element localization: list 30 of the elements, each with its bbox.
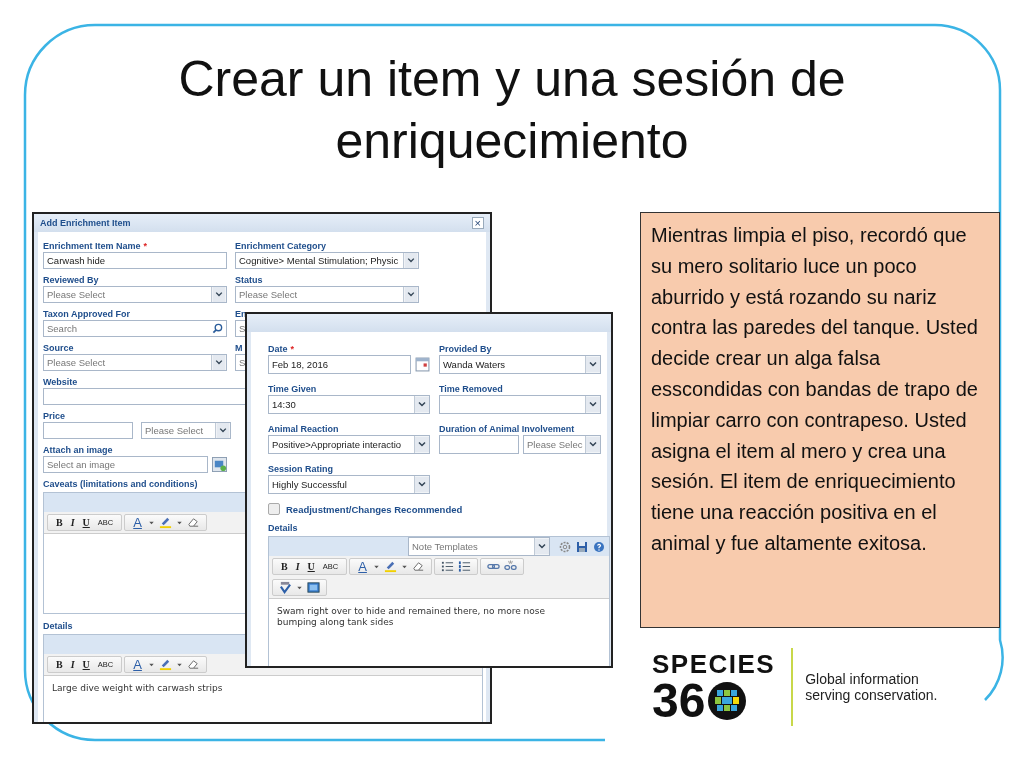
field-label: Source (43, 342, 74, 354)
slide-title: Crear un item y una sesión de enriquecimiento (177, 50, 847, 171)
field-label: Details (268, 522, 298, 534)
editor-text: Large dive weight with carwash strips (52, 683, 224, 694)
field-label: Details (43, 620, 73, 632)
field-label: Website (43, 376, 78, 388)
dialog-title: Add Enrichment Item (40, 218, 131, 228)
field-label: Animal Reaction (268, 423, 339, 435)
field-label: Reviewed By (43, 274, 99, 286)
checkbox-label: Readjustment/Changes Recommended (286, 503, 463, 515)
field-label: Provided By (439, 343, 492, 355)
editor-text: Swam right over to hide and remained there, no more nose bumping along tank sides (277, 606, 546, 628)
field-label: Time Removed (439, 383, 503, 395)
logo-tagline: Global information (805, 671, 920, 687)
field-label: Attach an image (43, 444, 113, 456)
logo-number: 36 (652, 678, 706, 724)
field-label: M (235, 342, 243, 354)
callout-text: Mientras limpia el piso, recordó que su mero solitario luce un poco aburrido y está rozando su nariz contra las paredes del tanque. Usted decide crear un alga falsa esscondidas con bandas de trapo de limpiar carro con contrapeso. Usted asigna el item al mero y crea una sesión. El item de enriquecimiento tiene una reacción positiva en el animal y fue altamente exitosa. (651, 223, 979, 556)
field-label: Taxon Approved For (43, 308, 130, 320)
field-label: Duration of Animal Involvement (439, 423, 575, 435)
field-label: Enrichment Item Name * (43, 240, 148, 252)
field-label: Enrichment Category (235, 240, 327, 252)
field-label: Price (43, 410, 66, 422)
logo-wordmark: SPECIES (652, 650, 776, 678)
field-label: Session Rating (268, 463, 333, 475)
field-label: Date * (268, 343, 295, 355)
field-label: Time Given (268, 383, 317, 395)
logo-tagline: serving conservation. (805, 687, 938, 703)
field-label: Caveats (limitations and conditions) (43, 478, 198, 490)
field-label: Status (235, 274, 263, 286)
